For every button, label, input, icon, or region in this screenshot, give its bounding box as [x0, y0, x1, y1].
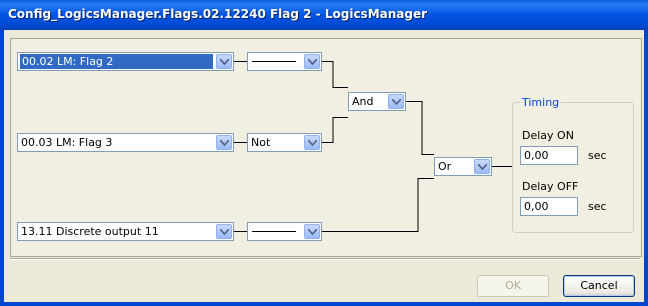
- ok-button[interactable]: OK: [477, 275, 549, 297]
- delay-on-input[interactable]: 0,00: [520, 146, 578, 165]
- delay-off-label: Delay OFF: [522, 180, 579, 193]
- button-separator: [10, 258, 640, 260]
- gate-1-value: And: [352, 95, 374, 108]
- delay-off-input[interactable]: 0,00: [520, 197, 578, 216]
- input-2-operator-value: Not: [251, 136, 271, 149]
- input-2-select[interactable]: 00.03 LM: Flag 3: [17, 133, 234, 152]
- chevron-down-icon[interactable]: [474, 159, 490, 174]
- delay-on-unit: sec: [588, 149, 607, 162]
- chevron-down-icon[interactable]: [304, 54, 320, 69]
- cancel-button[interactable]: Cancel: [563, 275, 635, 297]
- chevron-down-icon[interactable]: [216, 54, 232, 69]
- gate-2-select[interactable]: Or: [434, 157, 492, 176]
- timing-group-label: Timing: [520, 96, 562, 109]
- chevron-down-icon[interactable]: [304, 224, 320, 239]
- chevron-down-icon[interactable]: [388, 94, 404, 109]
- delay-on-label: Delay ON: [522, 129, 574, 142]
- chevron-down-icon[interactable]: [216, 224, 232, 239]
- chevron-down-icon[interactable]: [216, 135, 232, 150]
- input-3-select[interactable]: 13.11 Discrete output 11: [17, 222, 234, 241]
- input-3-operator-select[interactable]: [247, 222, 322, 241]
- delay-off-unit: sec: [588, 200, 607, 213]
- pass-through-line-icon: [252, 61, 296, 62]
- chevron-down-icon[interactable]: [304, 135, 320, 150]
- input-1-operator-select[interactable]: [247, 52, 322, 71]
- input-3-value: 13.11 Discrete output 11: [21, 225, 159, 238]
- gate-2-value: Or: [438, 160, 452, 173]
- input-2-value: 00.03 LM: Flag 3: [21, 136, 113, 149]
- input-1-select[interactable]: 00.02 LM: Flag 2: [17, 52, 234, 71]
- input-2-operator-select[interactable]: Not: [247, 133, 322, 152]
- input-1-value: 00.02 LM: Flag 2: [20, 54, 213, 69]
- pass-through-line-icon: [252, 231, 296, 232]
- gate-1-select[interactable]: And: [348, 92, 406, 111]
